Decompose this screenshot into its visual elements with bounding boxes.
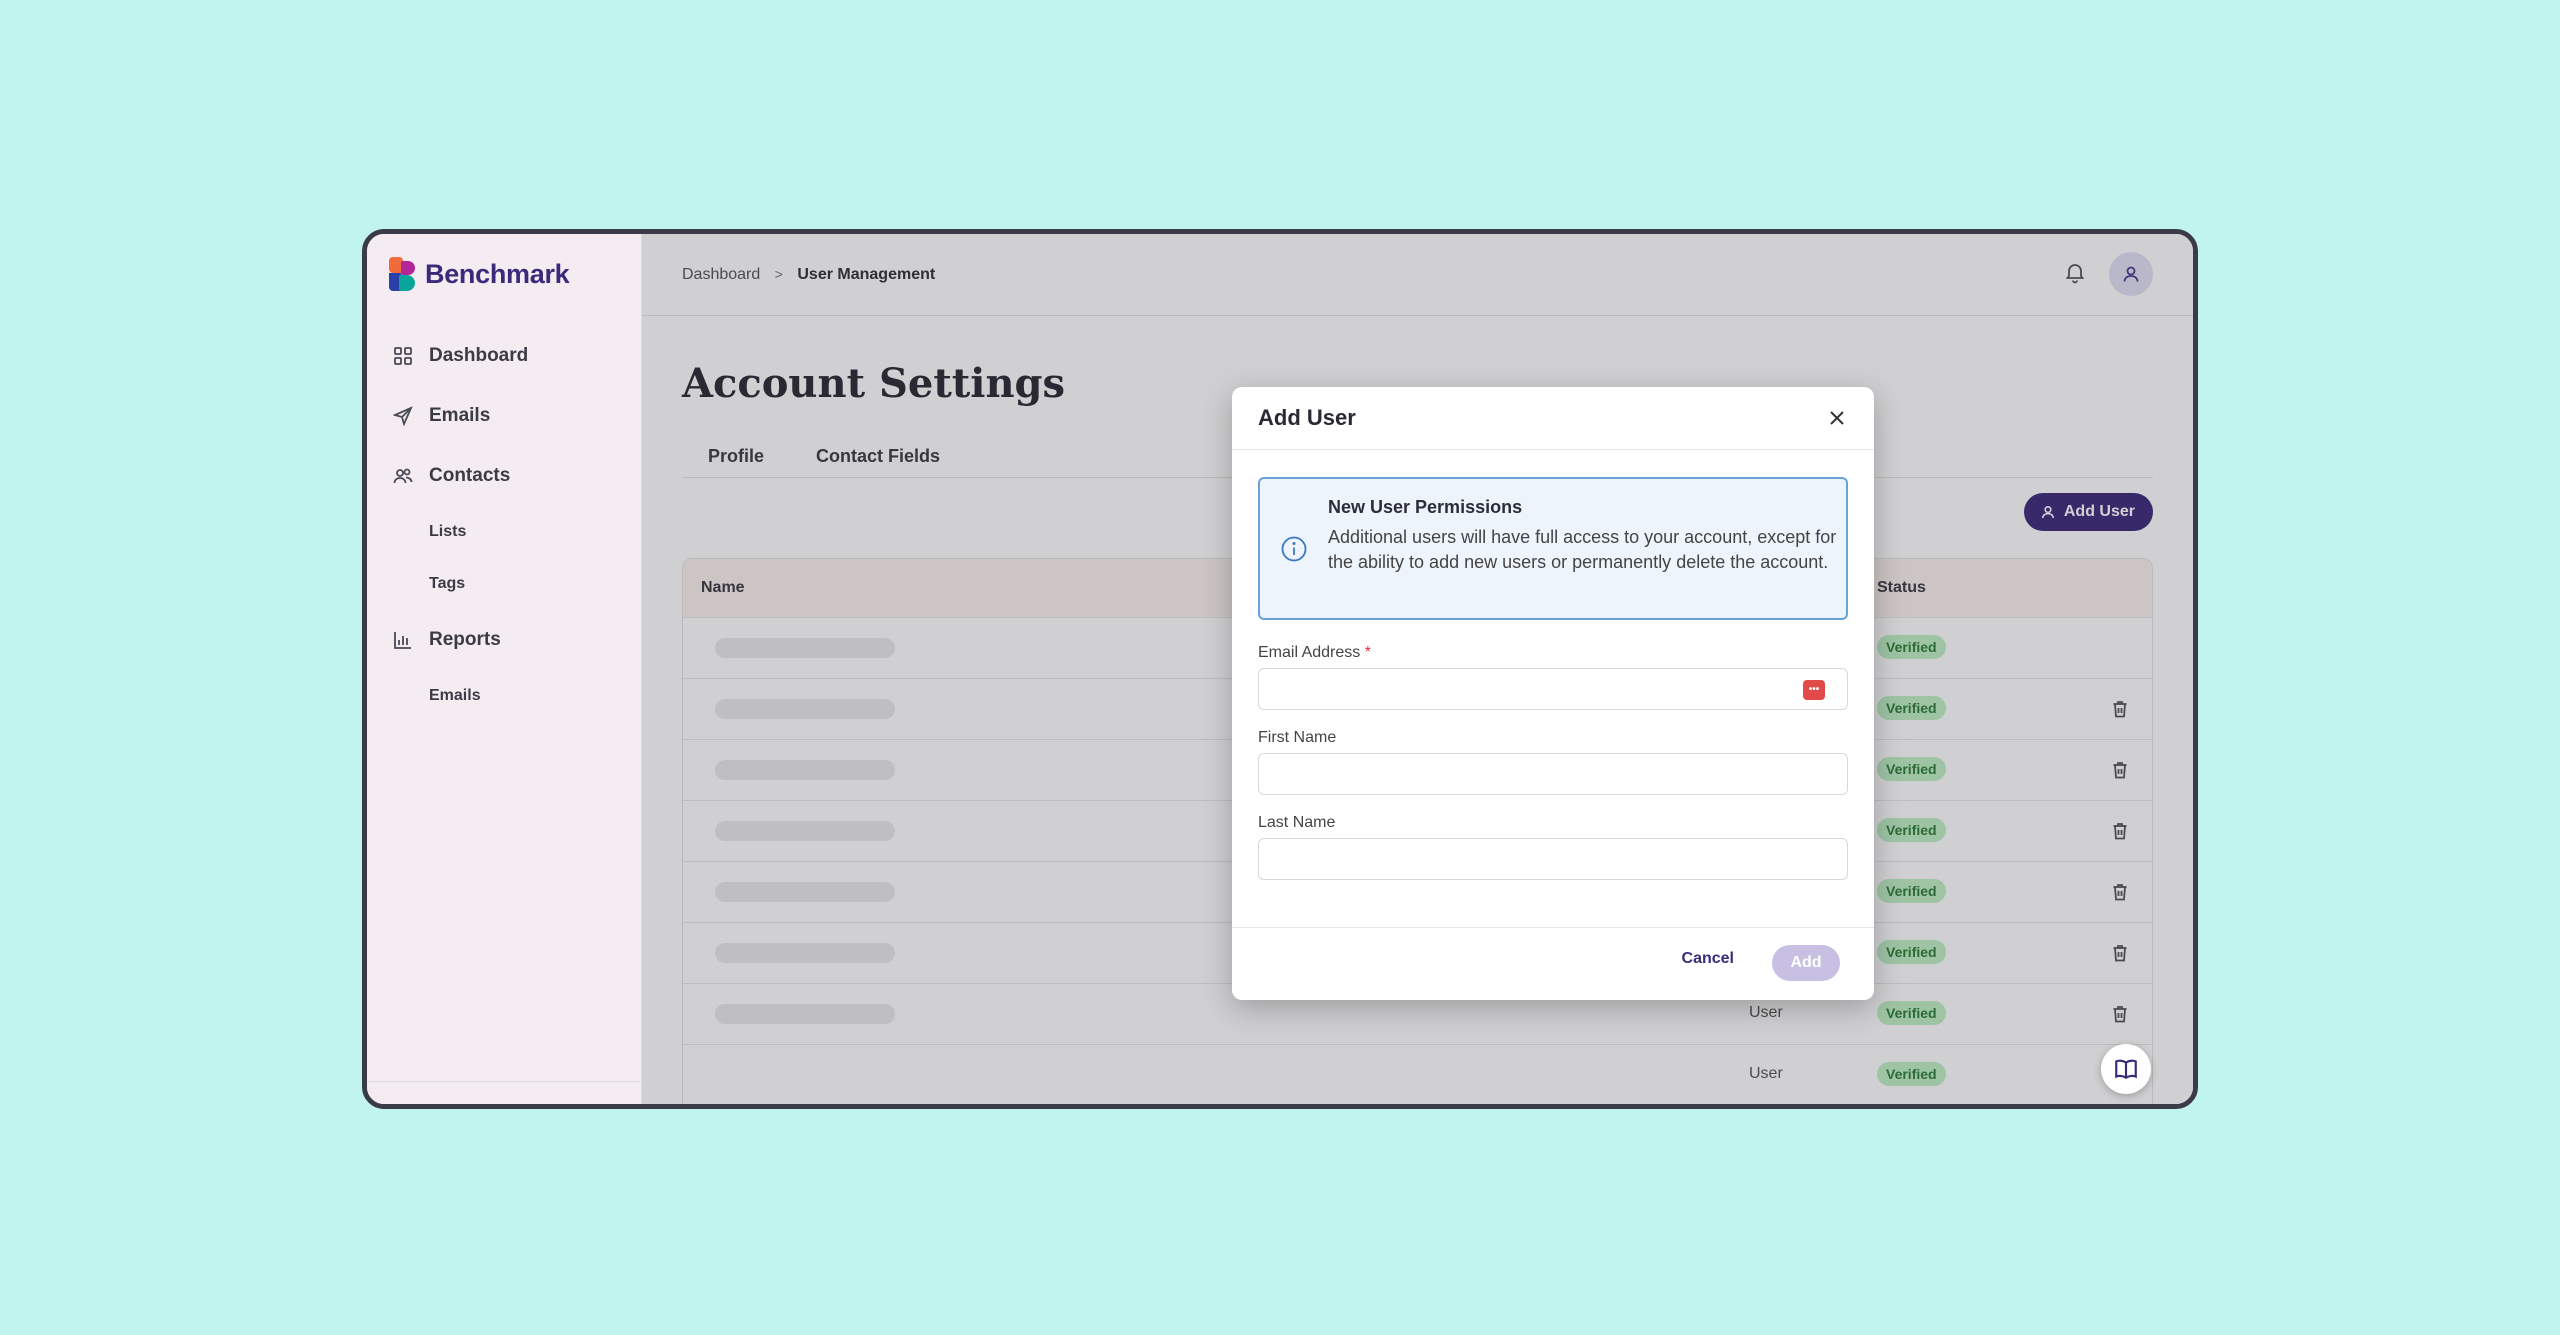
bar-chart-icon [394, 632, 411, 649]
notice-text: Additional users will have full access t… [1328, 527, 1837, 572]
last-name-label: Last Name [1258, 814, 1336, 831]
add-user-dialog: Add User New User Permissions Additional… [1232, 387, 1874, 1000]
send-icon [393, 406, 413, 426]
cancel-button[interactable]: Cancel [1682, 950, 1734, 968]
sidebar-item-tags[interactable]: Tags [367, 558, 641, 610]
grid-icon [394, 347, 412, 365]
main-content: Dashboard > User Management Account Sett… [642, 234, 2193, 1104]
last-name-field[interactable] [1259, 839, 1847, 879]
dialog-title: Add User [1258, 405, 1356, 430]
sidebar-item-report-emails[interactable]: Emails [367, 670, 641, 722]
sidebar-item-emails[interactable]: Emails [367, 386, 641, 446]
sidebar-item-label: Contacts [429, 465, 511, 486]
sidebar-item-dashboard[interactable]: Dashboard [367, 326, 641, 386]
close-button[interactable] [1826, 407, 1848, 429]
users-icon [393, 468, 413, 484]
sidebar-item-label: Dashboard [429, 345, 529, 366]
last-name-field-wrapper [1258, 838, 1848, 880]
dialog-footer: Cancel Add [1232, 927, 1874, 1000]
brand-logo[interactable]: Benchmark [367, 234, 641, 296]
first-name-label: First Name [1258, 729, 1337, 746]
sidebar: Benchmark Dashboard Emails Contacts List… [367, 234, 642, 1104]
sidebar-divider [367, 1081, 641, 1082]
close-icon [1830, 411, 1844, 425]
dialog-header: Add User [1232, 387, 1874, 450]
help-button[interactable] [2101, 1044, 2151, 1094]
sidebar-item-reports[interactable]: Reports [367, 610, 641, 670]
app-shell: Benchmark Dashboard Emails Contacts List… [367, 234, 2193, 1104]
sidebar-item-contacts[interactable]: Contacts [367, 446, 641, 506]
password-manager-icon[interactable]: ••• [1803, 680, 1825, 700]
permissions-notice: New User Permissions Additional users wi… [1258, 477, 1848, 620]
sidebar-item-label: Reports [429, 629, 501, 650]
app-window: Benchmark Dashboard Emails Contacts List… [362, 229, 2198, 1109]
email-label: Email Address * [1258, 644, 1371, 662]
sidebar-item-label: Emails [429, 405, 491, 426]
sidebar-nav: Dashboard Emails Contacts Lists Tags Rep… [367, 326, 641, 722]
sidebar-item-lists[interactable]: Lists [367, 506, 641, 558]
add-button[interactable]: Add [1772, 945, 1840, 981]
required-marker: * [1364, 644, 1371, 661]
first-name-field-wrapper [1258, 753, 1848, 795]
email-field-wrapper: ••• [1258, 668, 1848, 710]
brand-name: Benchmark [425, 258, 570, 289]
notice-title: New User Permissions [1328, 497, 1523, 517]
benchmark-logo-icon [387, 257, 417, 291]
info-icon [1280, 535, 1308, 563]
email-label-text: Email Address [1258, 644, 1361, 661]
book-icon [2115, 1059, 2137, 1079]
email-field[interactable] [1259, 669, 1847, 709]
first-name-field[interactable] [1259, 754, 1847, 794]
